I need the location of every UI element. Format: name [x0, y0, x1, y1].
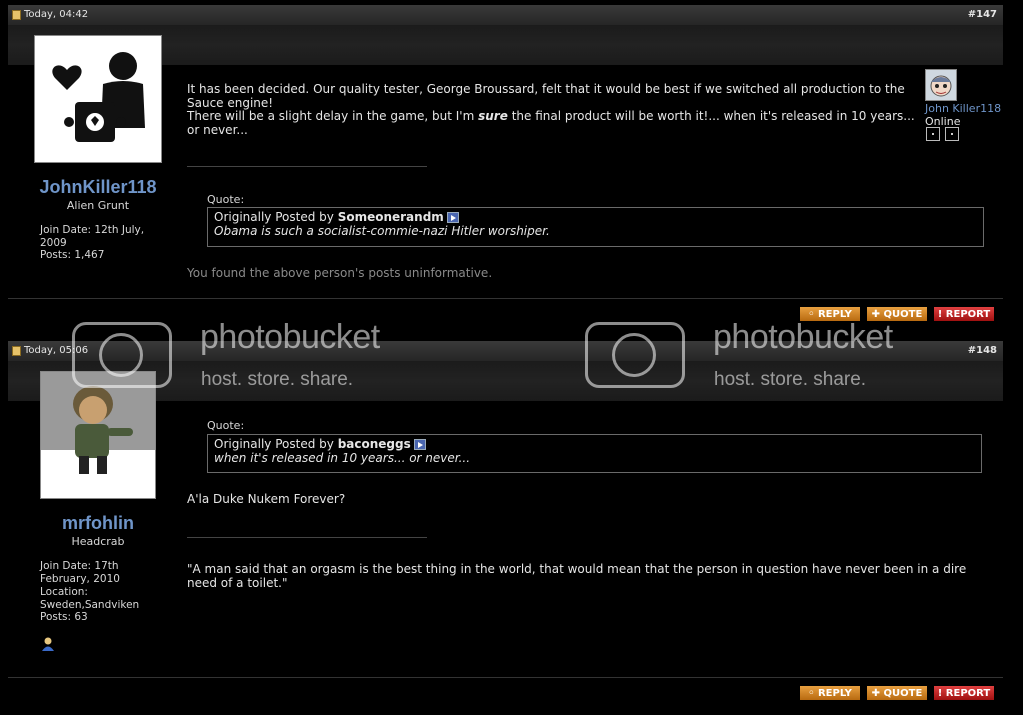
post-line: It has been decided. Our quality tester,… [187, 82, 905, 110]
user-rank: Headcrab [71, 535, 125, 548]
watermark-title: photobucket [200, 318, 380, 356]
post-number-link[interactable]: #147 [968, 5, 997, 25]
mini-avatar[interactable] [925, 69, 957, 101]
report-label: REPORT [945, 688, 991, 699]
post-date: Today, 04:42 [24, 9, 89, 20]
username[interactable]: mrfohlin [10, 513, 186, 534]
post-number-link[interactable]: #148 [968, 341, 997, 361]
location: Location: Sweden,Sandviken [40, 586, 140, 611]
side-username[interactable]: John Killer118 [925, 102, 1001, 115]
watermark-subtitle: host. store. share. [714, 369, 867, 390]
emphasis-text: sure [478, 109, 508, 123]
camera-watermark-icon [585, 322, 685, 388]
post-divider [8, 677, 1003, 678]
view-post-icon[interactable] [446, 212, 459, 223]
face-icon [930, 75, 952, 97]
user-rank: Alien Grunt [66, 199, 130, 212]
report-label: REPORT [945, 309, 991, 320]
quote-prefix: Originally Posted by [214, 210, 334, 224]
quote-button[interactable]: ✚ QUOTE [866, 685, 928, 701]
reply-button[interactable]: ◦ REPLY [799, 685, 861, 701]
quote-poster-link[interactable]: Someonerandm [338, 210, 444, 224]
signature-separator [187, 537, 427, 538]
contact-user-icon[interactable] [40, 636, 56, 652]
quote-text: Obama is such a socialist-commie-nazi Hi… [214, 223, 550, 238]
user-icon-button[interactable] [945, 127, 959, 141]
quote-label: Quote: [207, 419, 245, 432]
quote-poster-link[interactable]: baconeggs [338, 437, 411, 451]
watermark-subtitle: host. store. share. [201, 369, 354, 390]
feedback-text: You found the above person's posts uninf… [187, 266, 493, 280]
quote-box: Originally Posted by baconeggs when it's… [207, 434, 982, 473]
knit-doll-avatar-icon [41, 372, 155, 498]
report-button[interactable]: ! REPORT [933, 306, 995, 322]
watermark-title: photobucket [713, 318, 893, 356]
quote-box: Originally Posted by Someonerandm Obama … [207, 207, 984, 247]
post-line: There will be a slight delay in the game… [187, 109, 475, 123]
report-button[interactable]: ! REPORT [933, 685, 995, 701]
post-body: It has been decided. Our quality tester,… [187, 82, 919, 137]
user-icon-button[interactable] [926, 127, 940, 141]
post-count: Posts: 1,467 [40, 249, 105, 261]
view-post-icon[interactable] [413, 439, 426, 450]
post-icon [12, 10, 21, 20]
quote-prefix: Originally Posted by [214, 437, 334, 451]
quote-text: when it's released in 10 years... or nev… [214, 450, 471, 465]
post-divider [8, 298, 1003, 299]
camera-watermark-icon [72, 322, 172, 388]
quote-label-btn: QUOTE [883, 688, 923, 699]
reply-label: REPLY [817, 688, 852, 699]
avatar[interactable] [34, 35, 162, 163]
post-body: A'la Duke Nukem Forever? [187, 492, 346, 506]
post-icon [12, 346, 21, 356]
companion-cube-avatar-icon [52, 52, 145, 142]
post-header-147: Today, 04:42 #147 [8, 5, 1003, 25]
post-count: Posts: 63 [40, 611, 88, 623]
join-date: Join Date: 17th February, 2010 [40, 560, 120, 585]
signature-separator [187, 166, 427, 167]
username[interactable]: JohnKiller118 [10, 177, 186, 198]
quote-label: Quote: [207, 193, 245, 206]
avatar[interactable] [40, 371, 156, 499]
signature-text: "A man said that an orgasm is the best t… [187, 562, 967, 590]
join-date: Join Date: 12th July, 2009 [40, 224, 145, 249]
